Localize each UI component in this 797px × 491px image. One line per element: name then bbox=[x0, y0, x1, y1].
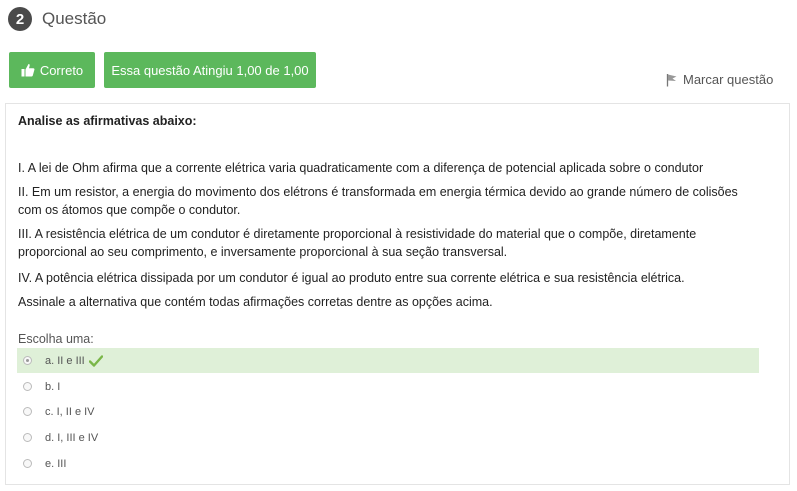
question-title: Questão bbox=[42, 9, 107, 28]
option-e-radio[interactable] bbox=[23, 459, 32, 468]
option-b-label[interactable]: b. I bbox=[45, 381, 60, 393]
grade-status-label: Essa questão Atingiu 1,00 de 1,00 bbox=[111, 62, 309, 78]
option-b-radio[interactable] bbox=[23, 382, 32, 391]
statement-3: III. A resistência elétrica de um condut… bbox=[18, 227, 697, 259]
question-header: 2 Questão bbox=[8, 7, 106, 31]
option-b[interactable]: b. I bbox=[17, 374, 759, 399]
correct-status-label: Correto bbox=[39, 62, 84, 78]
statement-4: IV. A potência elétrica dissipada por um… bbox=[18, 271, 685, 285]
option-a[interactable]: a. II e III bbox=[17, 348, 759, 373]
option-d[interactable]: d. I, III e IV bbox=[17, 425, 759, 450]
question-intro: Analise as afirmativas abaixo: bbox=[18, 114, 197, 128]
question-prompt: Assinale a alternativa que contém todas … bbox=[18, 295, 493, 309]
correct-status-badge: Correto bbox=[9, 52, 95, 88]
flag-icon bbox=[666, 73, 677, 86]
checkmark-icon bbox=[88, 354, 103, 367]
statement-1: I. A lei de Ohm afirma que a corrente el… bbox=[18, 161, 704, 175]
option-d-label[interactable]: d. I, III e IV bbox=[45, 432, 98, 444]
option-c-radio[interactable] bbox=[23, 407, 32, 416]
grade-status-badge: Essa questão Atingiu 1,00 de 1,00 bbox=[104, 52, 316, 88]
option-c-label[interactable]: c. I, II e IV bbox=[45, 406, 95, 418]
question-number-badge: 2 bbox=[8, 7, 32, 31]
flag-question-label[interactable]: Marcar questão bbox=[683, 72, 773, 87]
question-content-box: Analise as afirmativas abaixo: I. A lei … bbox=[5, 103, 790, 485]
option-e[interactable]: e. III bbox=[17, 451, 759, 476]
statement-2: II. Em um resistor, a energia do movimen… bbox=[18, 185, 738, 217]
option-c[interactable]: c. I, II e IV bbox=[17, 399, 759, 424]
option-a-label[interactable]: a. II e III bbox=[45, 355, 85, 367]
flag-question-link[interactable]: Marcar questão bbox=[666, 72, 773, 87]
option-d-radio[interactable] bbox=[23, 433, 32, 442]
option-a-radio[interactable] bbox=[23, 356, 32, 365]
thumbs-up-icon bbox=[21, 64, 35, 77]
option-e-label[interactable]: e. III bbox=[45, 458, 66, 470]
choose-label: Escolha uma: bbox=[18, 332, 94, 346]
